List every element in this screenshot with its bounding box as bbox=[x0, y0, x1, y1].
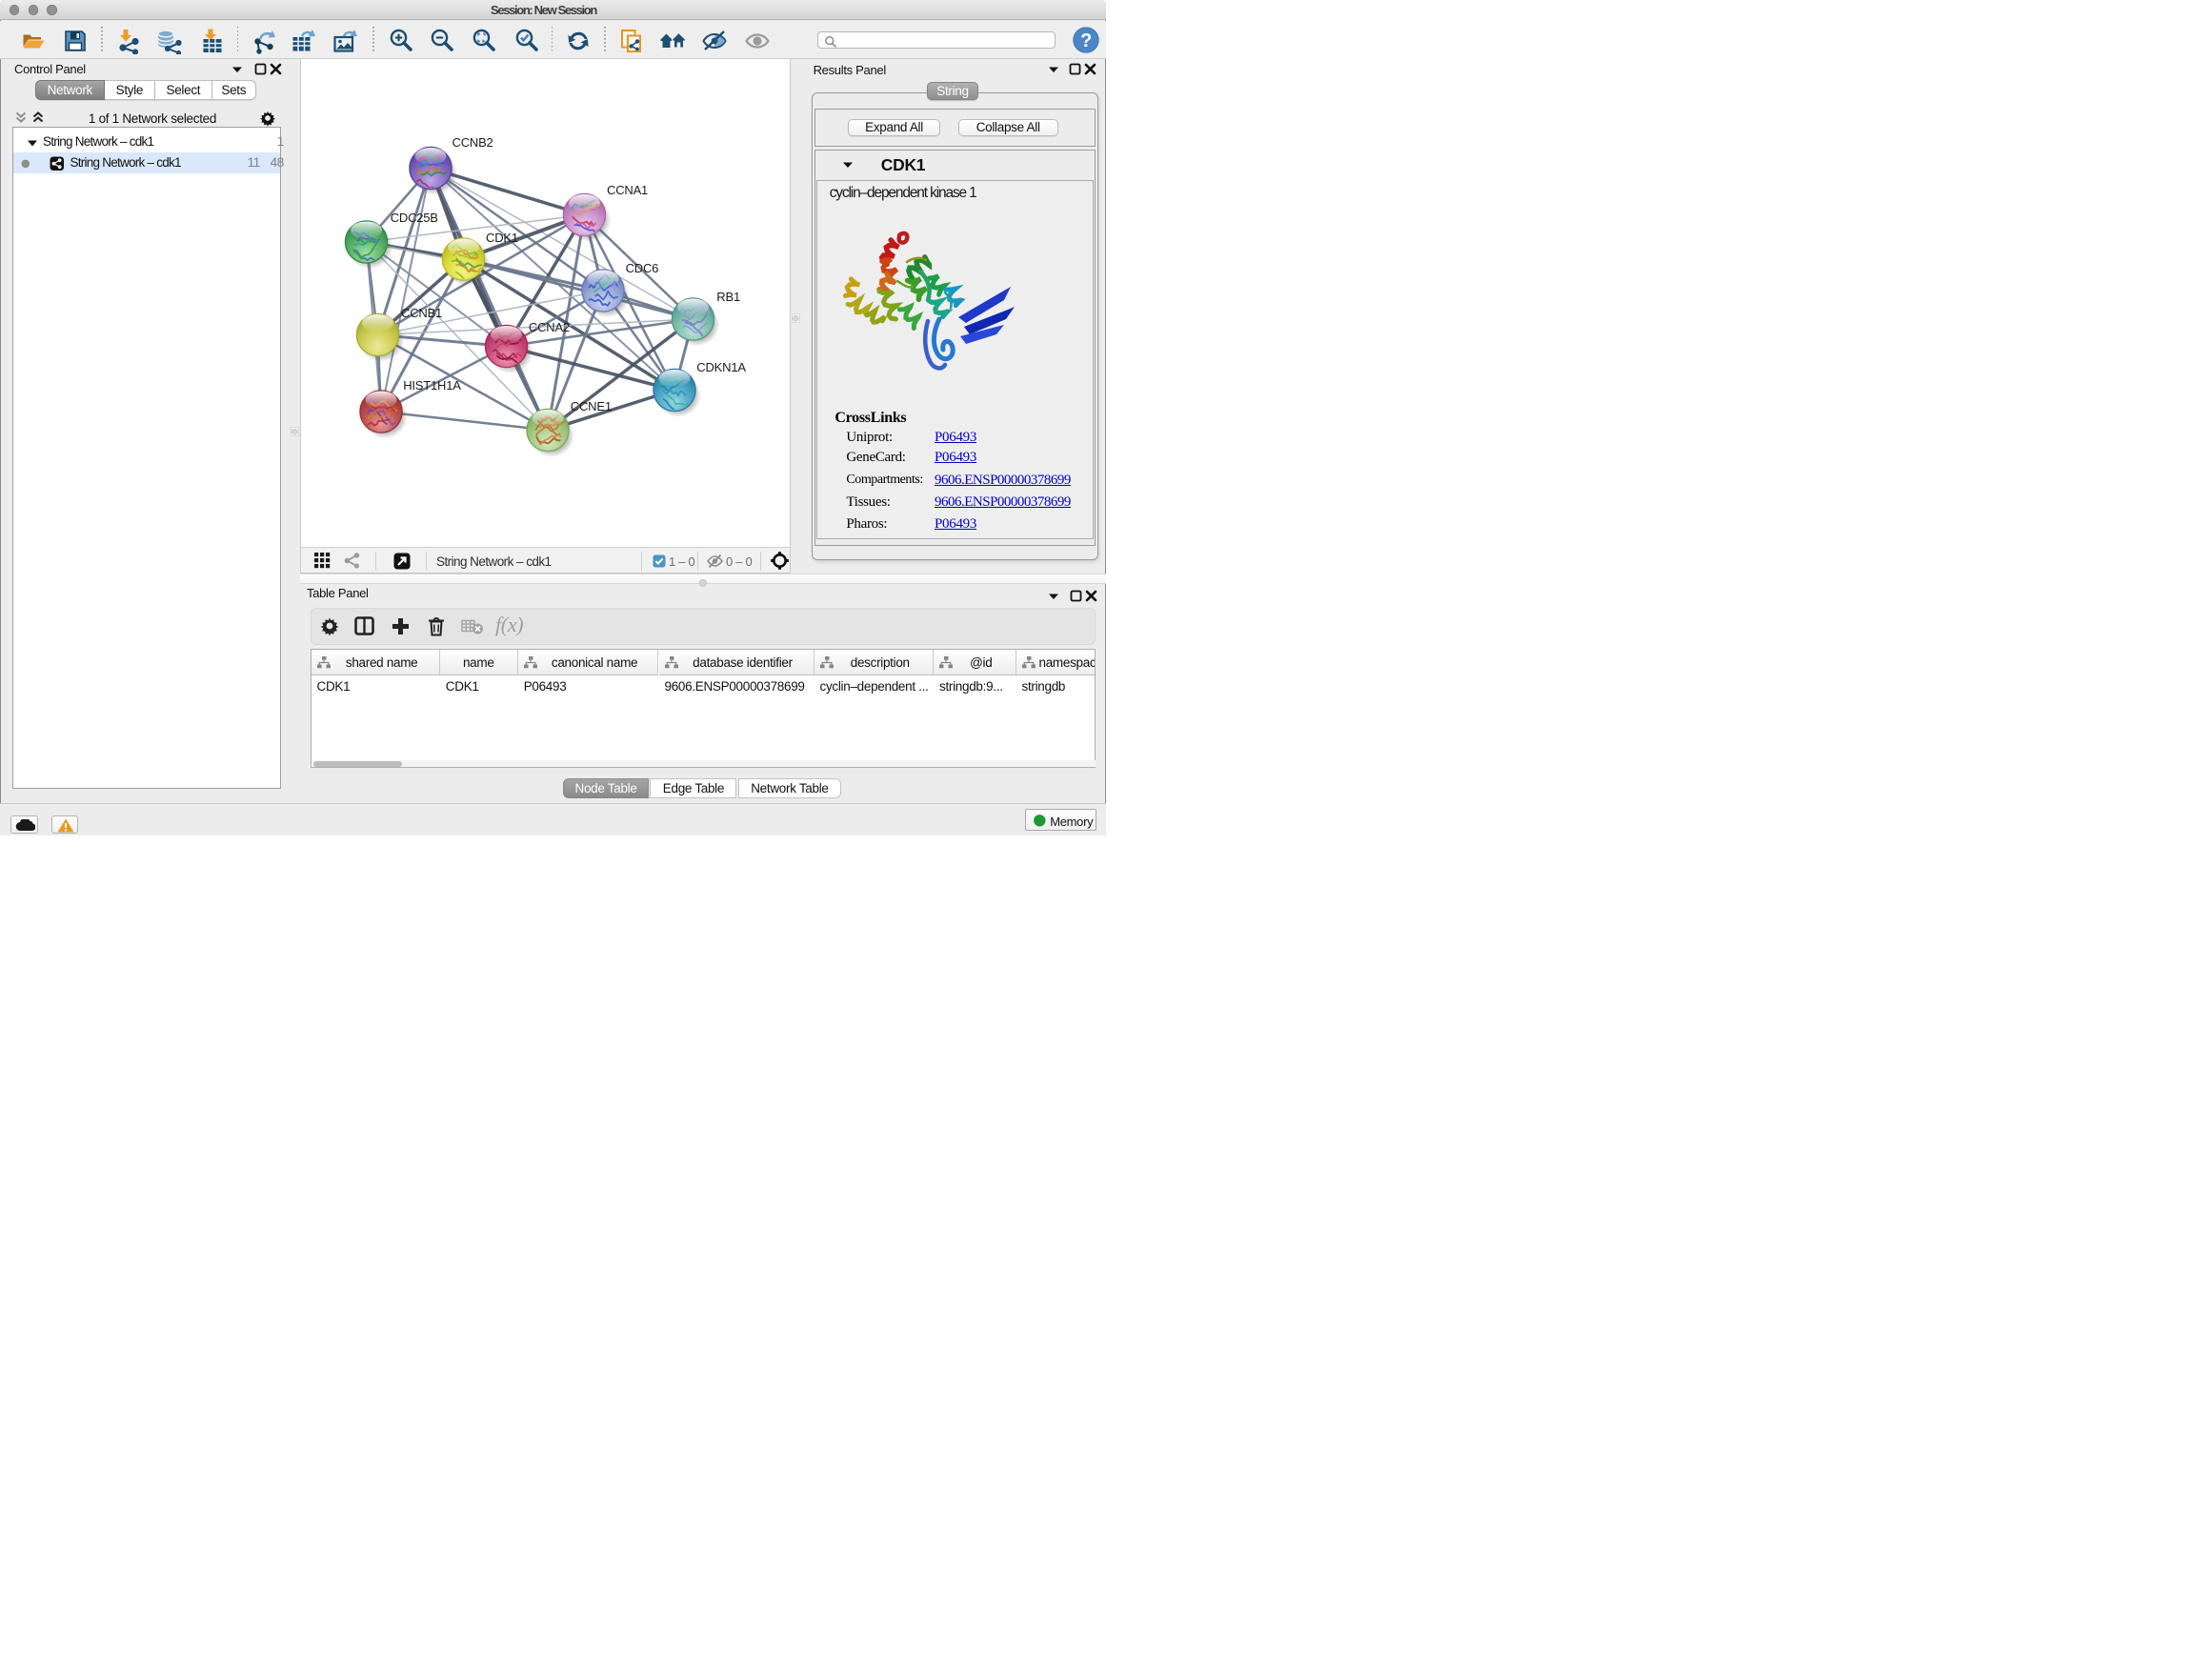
svg-text:?: ? bbox=[1080, 30, 1092, 51]
